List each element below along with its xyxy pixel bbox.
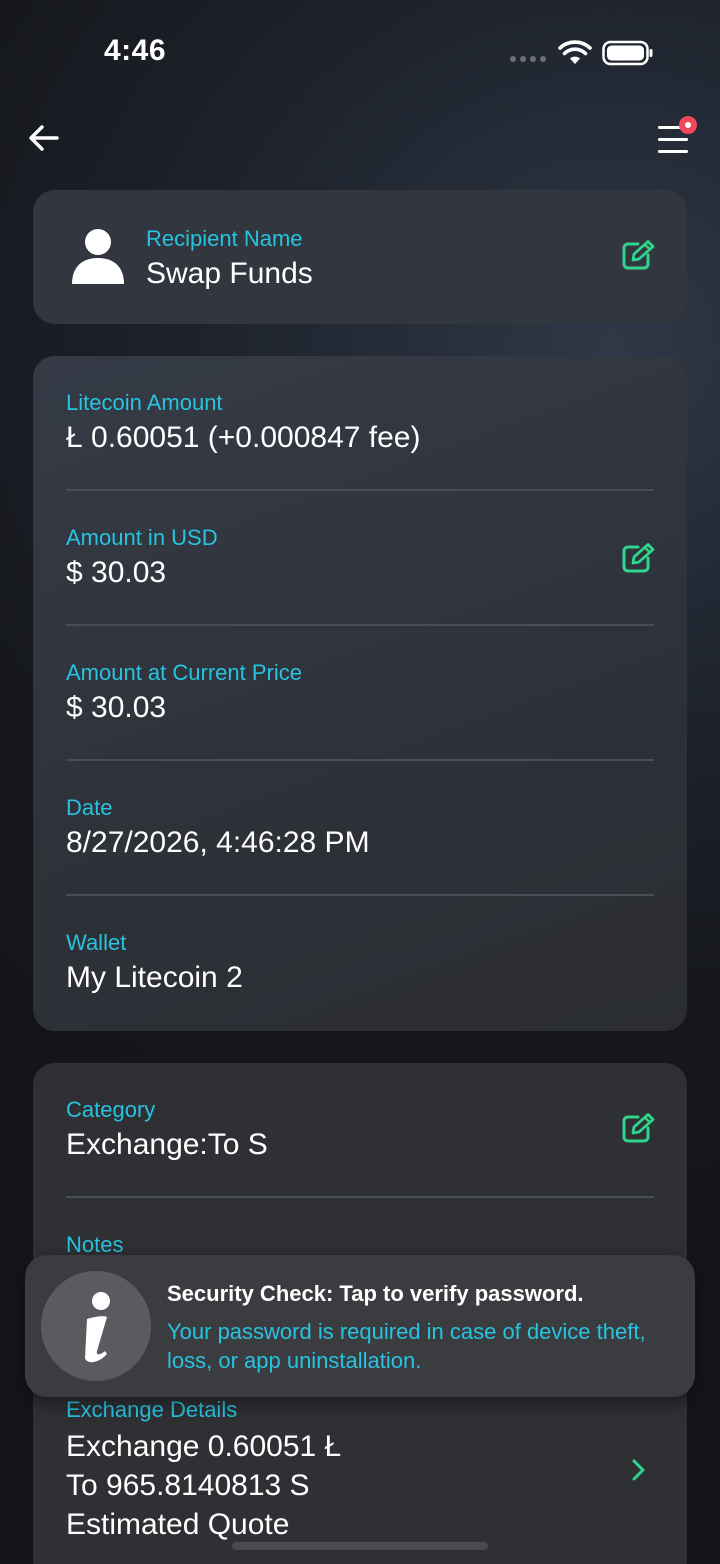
category-value: Exchange:To S [66, 1128, 268, 1161]
category-label: Category [66, 1097, 156, 1122]
recipient-name-label: Recipient Name [146, 226, 303, 251]
wallet-row: Wallet My Litecoin 2 [66, 896, 654, 1031]
top-nav [0, 110, 720, 166]
arrow-left-icon [29, 125, 59, 151]
cellular-signal-icon [510, 56, 546, 62]
status-bar: 4:46 [0, 0, 720, 100]
exchange-details-row[interactable]: Exchange Details Exchange 0.60051 Ł To 9… [66, 1397, 654, 1564]
back-button[interactable] [22, 116, 66, 160]
battery-icon [602, 40, 653, 66]
notification-badge [679, 116, 697, 134]
amount-current-price-label: Amount at Current Price [66, 660, 302, 685]
exchange-line-2: To 965.8140813 S [66, 1469, 310, 1502]
exchange-line-1: Exchange 0.60051 Ł [66, 1430, 342, 1463]
edit-icon[interactable] [622, 1113, 656, 1143]
edit-icon[interactable] [622, 543, 656, 573]
wallet-value: My Litecoin 2 [66, 961, 243, 994]
info-icon [41, 1271, 151, 1381]
date-row: Date 8/27/2026, 4:46:28 PM [66, 761, 654, 896]
edit-icon[interactable] [622, 240, 656, 270]
transaction-details-card: Litecoin Amount Ł 0.60051 (+0.000847 fee… [33, 356, 687, 1031]
security-check-toast[interactable]: Security Check: Tap to verify password. … [25, 1255, 695, 1397]
amount-usd-value: $ 30.03 [66, 556, 167, 589]
exchange-line-3: Estimated Quote [66, 1508, 290, 1541]
recipient-card: Recipient Name Swap Funds [33, 190, 687, 324]
toast-body: Your password is required in case of dev… [167, 1319, 646, 1373]
litecoin-amount-label: Litecoin Amount [66, 390, 223, 415]
recipient-name-field: Recipient Name Swap Funds [146, 226, 313, 292]
toast-title: Security Check: Tap to verify password. [167, 1281, 584, 1306]
category-row: Category Exchange:To S [66, 1063, 656, 1198]
litecoin-amount-row: Litecoin Amount Ł 0.60051 (+0.000847 fee… [66, 356, 654, 491]
date-label: Date [66, 795, 113, 820]
wifi-icon [558, 40, 592, 64]
exchange-details-label: Exchange Details [66, 1397, 238, 1422]
status-time: 4:46 [104, 34, 167, 67]
amount-usd-row: Amount in USD $ 30.03 [66, 491, 656, 626]
chevron-right-icon[interactable] [626, 1456, 650, 1484]
home-indicator [232, 1542, 488, 1550]
recipient-name-value: Swap Funds [146, 257, 313, 290]
date-value: 8/27/2026, 4:46:28 PM [66, 826, 370, 859]
amount-usd-label: Amount in USD [66, 525, 218, 550]
litecoin-amount-value: Ł 0.60051 (+0.000847 fee) [66, 421, 421, 454]
menu-button[interactable] [650, 114, 698, 162]
user-icon [72, 229, 124, 284]
amount-current-price-value: $ 30.03 [66, 691, 167, 724]
wallet-label: Wallet [66, 930, 127, 955]
amount-current-price-row: Amount at Current Price $ 30.03 [66, 626, 654, 761]
